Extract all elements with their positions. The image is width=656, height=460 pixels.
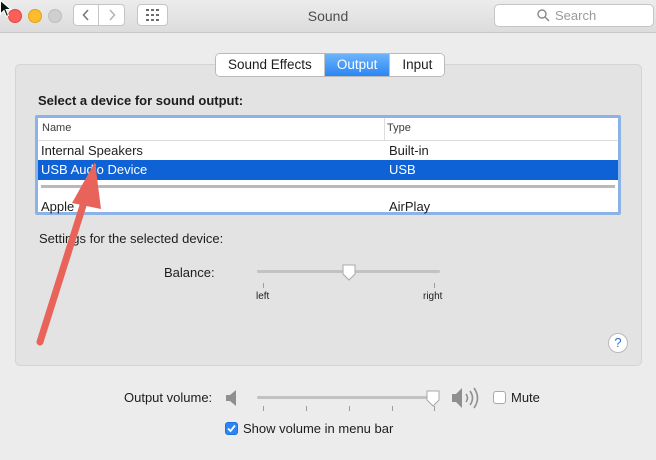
- column-header-name[interactable]: Name: [42, 122, 71, 134]
- table-row-selected[interactable]: USB Audio Device USB: [38, 160, 618, 180]
- device-type: USB: [389, 162, 416, 177]
- mute-label: Mute: [511, 390, 540, 405]
- volume-slider-track[interactable]: [257, 396, 437, 399]
- title-bar: Sound Search: [0, 0, 656, 33]
- help-button[interactable]: ?: [608, 333, 628, 353]
- balance-slider-knob[interactable]: [341, 264, 357, 282]
- device-settings-heading: Settings for the selected device:: [39, 231, 224, 246]
- tab-bar: Sound Effects Output Input: [215, 53, 446, 77]
- device-type: Built-in: [389, 143, 429, 158]
- device-type: AirPlay: [389, 199, 431, 214]
- speaker-low-icon: [226, 390, 236, 406]
- search-placeholder: Search: [555, 8, 597, 23]
- table-row[interactable]: Internal Speakers Built-in: [38, 141, 618, 161]
- mouse-pointer-icon: [0, 0, 12, 18]
- device-section-heading: Select a device for sound output:: [38, 93, 244, 108]
- search-icon: [537, 9, 550, 22]
- output-device-table[interactable]: Name Type Internal Speakers Built-in USB…: [35, 115, 621, 215]
- volume-tick: [306, 406, 307, 411]
- table-header: Name Type: [38, 118, 618, 141]
- tab-sound-effects[interactable]: Sound Effects: [216, 54, 325, 76]
- balance-right-label: right: [423, 291, 443, 302]
- tab-input[interactable]: Input: [390, 54, 445, 76]
- device-name: USB Audio Device: [41, 162, 148, 177]
- table-row[interactable]: Apple AirPlay: [38, 197, 618, 217]
- device-name: Internal Speakers: [41, 143, 143, 158]
- volume-tick: [263, 406, 264, 411]
- column-header-type[interactable]: Type: [387, 122, 411, 134]
- device-name: Apple: [41, 199, 75, 214]
- search-field[interactable]: Search: [494, 4, 654, 27]
- balance-tick-left: [263, 283, 264, 288]
- speaker-high-icon: [452, 387, 479, 409]
- list-separator: [41, 185, 615, 188]
- show-volume-label: Show volume in menu bar: [243, 421, 394, 436]
- volume-slider-knob[interactable]: [425, 390, 441, 408]
- checkmark-icon: [227, 424, 236, 433]
- show-volume-checkbox[interactable]: [225, 422, 238, 435]
- volume-tick: [349, 406, 350, 411]
- balance-label: Balance:: [164, 265, 215, 280]
- column-divider: [384, 118, 385, 140]
- balance-left-label: left: [256, 291, 270, 302]
- tab-output[interactable]: Output: [324, 54, 391, 76]
- output-volume-label: Output volume:: [124, 390, 213, 405]
- balance-tick-right: [434, 283, 435, 288]
- volume-tick: [392, 406, 393, 411]
- mute-checkbox[interactable]: [493, 391, 506, 404]
